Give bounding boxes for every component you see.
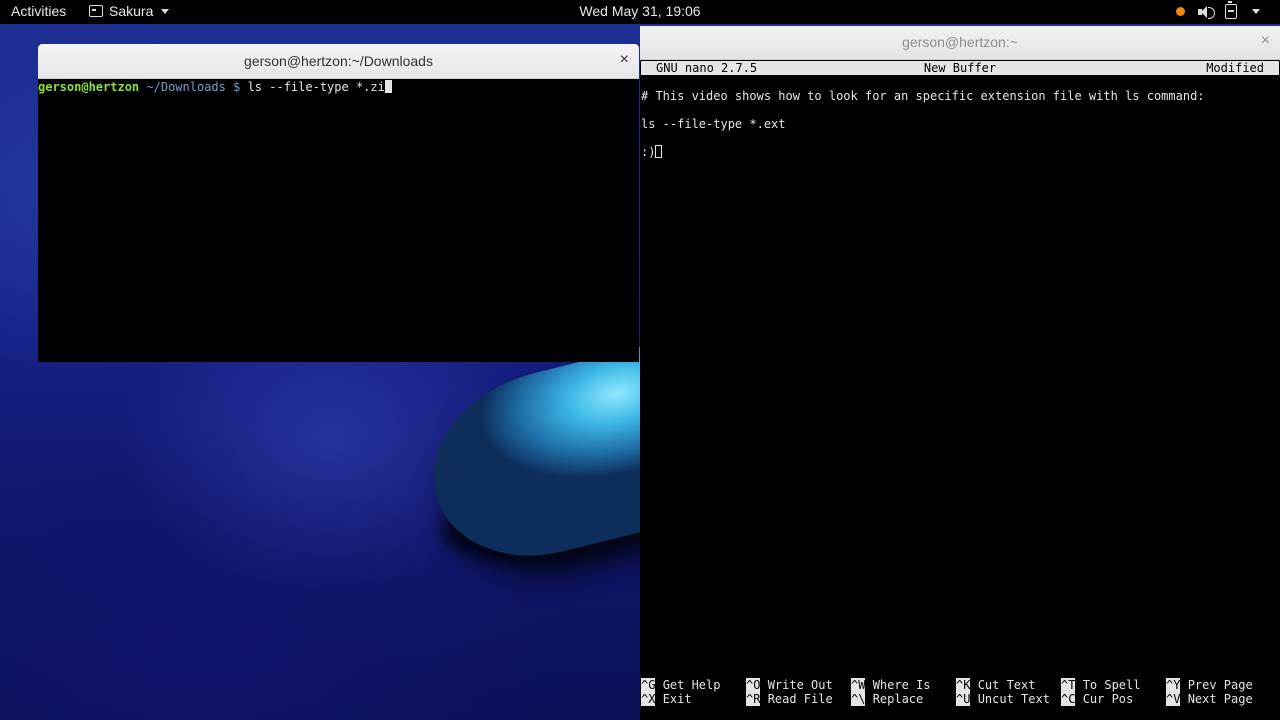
close-icon[interactable]: × [1261, 32, 1270, 50]
shortcut-get-help[interactable]: ^G Get Help [641, 678, 720, 692]
shortcut-write-out[interactable]: ^O Write Out [746, 678, 833, 692]
prompt-symbol: $ [233, 80, 241, 94]
shortcut-cut-text[interactable]: ^K Cut Text [956, 678, 1035, 692]
battery-icon[interactable] [1225, 1, 1237, 19]
command-input[interactable]: ls --file-type *.zi [248, 80, 385, 94]
shortcut-read-file[interactable]: ^R Read File [746, 692, 833, 706]
shortcut-exit[interactable]: ^X Exit [641, 692, 692, 706]
editor-line[interactable]: ls --file-type *.ext [641, 117, 786, 131]
nano-status: Modified [1206, 61, 1264, 75]
chevron-down-icon[interactable] [1252, 9, 1260, 14]
editor-line[interactable]: :) [641, 145, 663, 159]
system-tray[interactable] [1176, 1, 1260, 19]
nano-shortcut-bar: ^G Get Help ^O Write Out ^W Where Is ^K … [641, 678, 1280, 708]
text-cursor [655, 145, 663, 158]
top-bar: Activities Sakura Wed May 31, 19:06 [0, 0, 1280, 24]
prompt-directory: ~/Downloads [146, 80, 226, 94]
nano-header-bar: New Buffer GNU nano 2.7.5 Modified [641, 61, 1279, 75]
shortcut-prev-page[interactable]: ^Y Prev Page [1166, 678, 1253, 692]
nano-editor[interactable]: New Buffer GNU nano 2.7.5 Modified # Thi… [640, 60, 1280, 720]
text-cursor [384, 80, 392, 93]
shortcut-uncut-text[interactable]: ^U Uncut Text [956, 692, 1050, 706]
terminal-output[interactable]: gerson@hertzon ~/Downloads $ ls --file-t… [38, 79, 639, 363]
window-titlebar[interactable]: gerson@hertzon:~/Downloads × [38, 44, 639, 79]
nano-terminal-window[interactable]: gerson@hertzon:~ × New Buffer GNU nano 2… [640, 26, 1280, 720]
volume-icon[interactable] [1198, 5, 1215, 19]
notification-dot-icon[interactable] [1176, 7, 1185, 16]
nano-version: GNU nano 2.7.5 [656, 61, 758, 75]
terminal-window[interactable]: gerson@hertzon:~/Downloads × gerson@hert… [38, 44, 639, 362]
shortcut-where-is[interactable]: ^W Where Is [851, 678, 930, 692]
window-title: gerson@hertzon:~ [902, 34, 1018, 50]
prompt-user: gerson@hertzon [38, 80, 140, 94]
shortcut-to-spell[interactable]: ^T To Spell [1061, 678, 1140, 692]
clock[interactable]: Wed May 31, 19:06 [0, 3, 1280, 19]
window-titlebar[interactable]: gerson@hertzon:~ × [640, 26, 1280, 60]
editor-line-text: :) [641, 145, 656, 159]
shortcut-next-page[interactable]: ^V Next Page [1166, 692, 1253, 706]
close-icon[interactable]: × [620, 51, 629, 69]
shortcut-replace[interactable]: ^\ Replace [851, 692, 923, 706]
editor-line[interactable]: # This video shows how to look for an sp… [641, 89, 1205, 103]
shortcut-cur-pos[interactable]: ^C Cur Pos [1061, 692, 1133, 706]
window-title: gerson@hertzon:~/Downloads [244, 53, 433, 69]
